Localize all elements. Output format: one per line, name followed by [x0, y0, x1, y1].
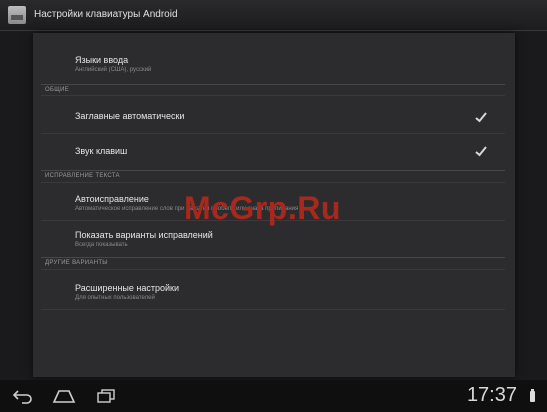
key-sound-item[interactable]: Звук клавиш — [75, 146, 127, 156]
auto-caps-checkbox[interactable] — [475, 111, 487, 123]
divider — [41, 133, 505, 134]
divider — [41, 257, 505, 258]
section-header-correction: Исправление текста — [45, 173, 120, 179]
divider — [41, 269, 505, 270]
divider — [41, 84, 505, 85]
key-sound-checkbox[interactable] — [475, 145, 487, 157]
back-icon[interactable] — [12, 388, 34, 404]
status-clock: 17:37 — [466, 384, 517, 406]
keyboard-settings-app-icon[interactable] — [8, 6, 26, 24]
divider — [41, 309, 505, 310]
title-bar: Настройки клавиатуры Android — [0, 0, 547, 31]
auto-caps-label: Заглавные автоматически — [75, 111, 185, 121]
auto-caps-item[interactable]: Заглавные автоматически — [75, 111, 184, 121]
show-suggestions-item[interactable]: Показать варианты исправлений Всегда пок… — [75, 230, 213, 248]
section-header-general: Общие — [45, 87, 70, 93]
divider — [41, 95, 505, 96]
input-languages-item[interactable]: Языки ввода Английский (США), русский — [75, 55, 151, 73]
divider — [41, 182, 505, 183]
divider — [41, 170, 505, 171]
advanced-settings-summary: Для опытных пользователей — [75, 295, 155, 301]
recent-apps-icon[interactable] — [95, 388, 117, 404]
input-languages-summary: Английский (США), русский — [75, 67, 152, 73]
show-suggestions-label: Показать варианты исправлений — [75, 230, 213, 240]
screen: Настройки клавиатуры Android Языки ввода… — [0, 0, 547, 412]
advanced-settings-item[interactable]: Расширенные настройки Для опытных пользо… — [75, 283, 179, 301]
input-languages-label: Языки ввода — [75, 55, 129, 65]
home-icon[interactable] — [52, 388, 76, 404]
section-header-other: Другие варианты — [45, 260, 108, 266]
key-sound-label: Звук клавиш — [75, 146, 128, 156]
battery-icon — [530, 389, 535, 402]
system-navigation-bar: 17:37 — [0, 380, 547, 412]
window-title: Настройки клавиатуры Android — [34, 9, 178, 20]
show-suggestions-summary: Всегда показывать — [75, 242, 128, 248]
watermark: McGrp.Ru — [184, 190, 341, 226]
advanced-settings-label: Расширенные настройки — [75, 283, 179, 293]
